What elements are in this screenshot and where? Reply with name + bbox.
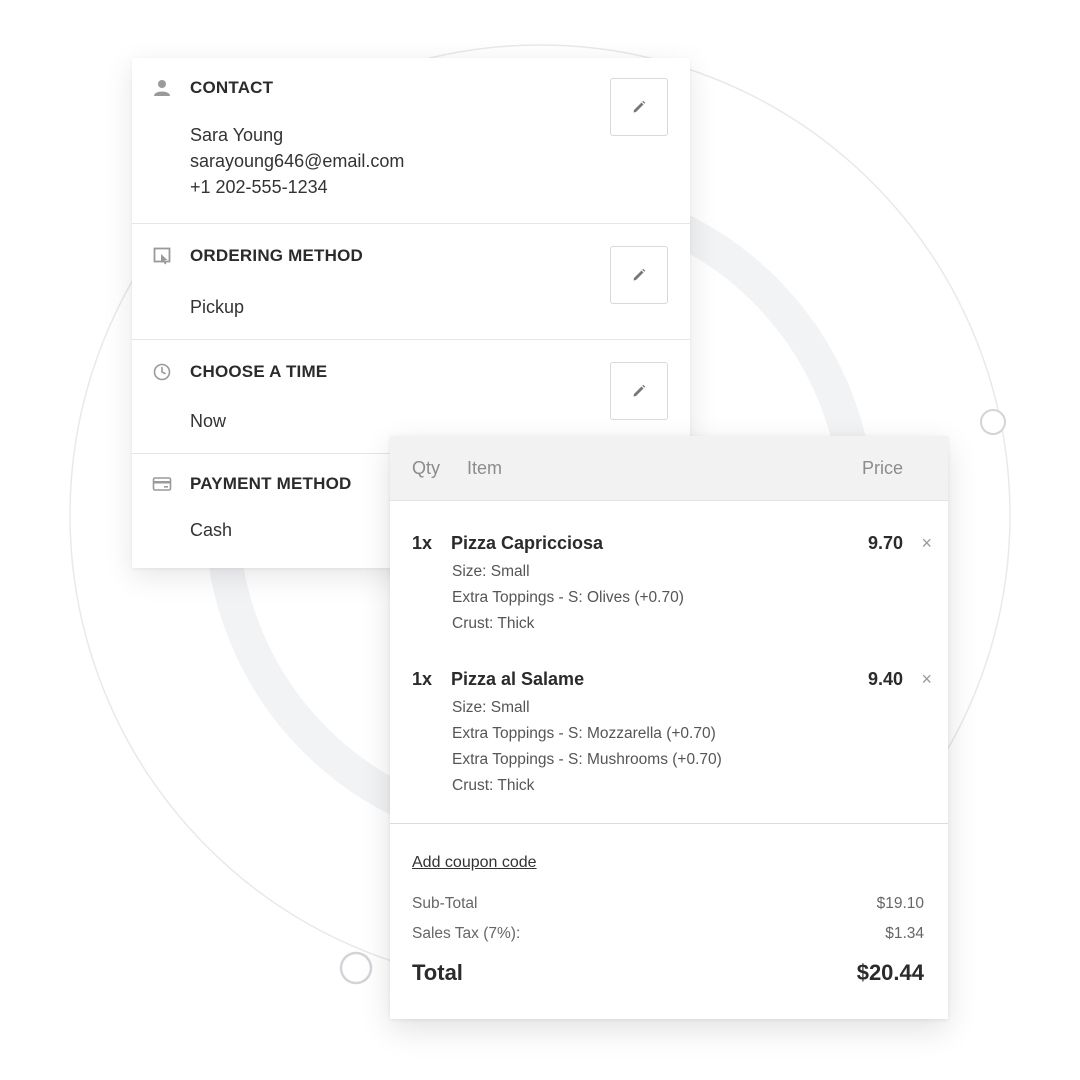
contact-phone: +1 202-555-1234 [190,177,328,197]
item-quantity: 1x [412,533,433,553]
orbit-node-right [980,409,1006,435]
remove-item-button[interactable]: × [921,670,932,688]
contact-name: Sara Young [190,125,284,145]
edit-time-button[interactable] [610,362,668,420]
contact-details: Sara Young sarayoung646@email.com +1 202… [190,122,404,200]
remove-item-button[interactable]: × [921,534,932,552]
column-header-item: Item [467,458,503,478]
ordering-method-value: Pickup [190,297,245,317]
item-quantity: 1x [412,669,433,689]
total-row: Total $20.44 [412,960,924,986]
cart-items-list: 1x Pizza Capricciosa 9.70 × Size: Small … [390,501,948,824]
total-value: $20.44 [856,960,924,985]
item-option: Extra Toppings - S: Olives (+0.70) [452,589,684,606]
item-name: Pizza al Salame [451,669,585,689]
sales-tax-row: Sales Tax (7%): $1.34 [412,925,924,943]
item-options: Size: Small Extra Toppings - S: Mozzarel… [452,695,722,799]
edit-contact-button[interactable] [610,78,668,136]
sales-tax-value: $1.34 [885,925,924,942]
contact-section: CONTACT Sara Young sarayoung646@email.co… [132,58,690,224]
column-header-qty: Qty [412,458,441,478]
item-option: Extra Toppings - S: Mozzarella (+0.70) [452,725,716,742]
item-option: Size: Small [452,563,530,580]
credit-card-icon [152,477,172,491]
item-price: 9.40 [867,669,903,689]
choose-time-value: Now [190,411,227,431]
payment-method-title: PAYMENT METHOD [190,474,352,493]
pencil-icon [633,384,646,397]
contact-title: CONTACT [190,78,274,97]
cart-table-header: Qty Item Price [390,436,948,501]
person-icon [154,80,170,96]
ordering-method-section: ORDERING METHOD Pickup [132,224,690,340]
item-name: Pizza Capricciosa [451,533,604,553]
sales-tax-label: Sales Tax (7%): [412,925,521,942]
subtotal-row: Sub-Total $19.10 [412,895,924,913]
item-options: Size: Small Extra Toppings - S: Olives (… [452,559,684,637]
pencil-icon [633,100,646,113]
item-option: Crust: Thick [452,777,535,794]
add-coupon-link[interactable]: Add coupon code [412,854,537,872]
ordering-icon [153,247,171,265]
item-price: 9.70 [867,533,903,553]
column-header-price: Price [861,458,903,478]
clock-icon [153,363,171,381]
total-label: Total [412,960,463,985]
contact-email: sarayoung646@email.com [190,151,405,171]
orbit-node-left [339,951,373,985]
edit-ordering-method-button[interactable] [610,246,668,304]
item-option: Crust: Thick [452,615,535,632]
item-option: Extra Toppings - S: Mushrooms (+0.70) [452,751,722,768]
subtotal-value: $19.10 [876,895,924,912]
pencil-icon [633,268,646,281]
ordering-method-title: ORDERING METHOD [190,246,363,265]
item-option: Size: Small [452,699,530,716]
payment-method-value: Cash [190,520,233,540]
subtotal-label: Sub-Total [412,895,478,912]
order-summary-panel: Qty Item Price 1x Pizza Capricciosa 9.70… [390,436,948,1019]
choose-time-title: CHOOSE A TIME [190,362,328,381]
